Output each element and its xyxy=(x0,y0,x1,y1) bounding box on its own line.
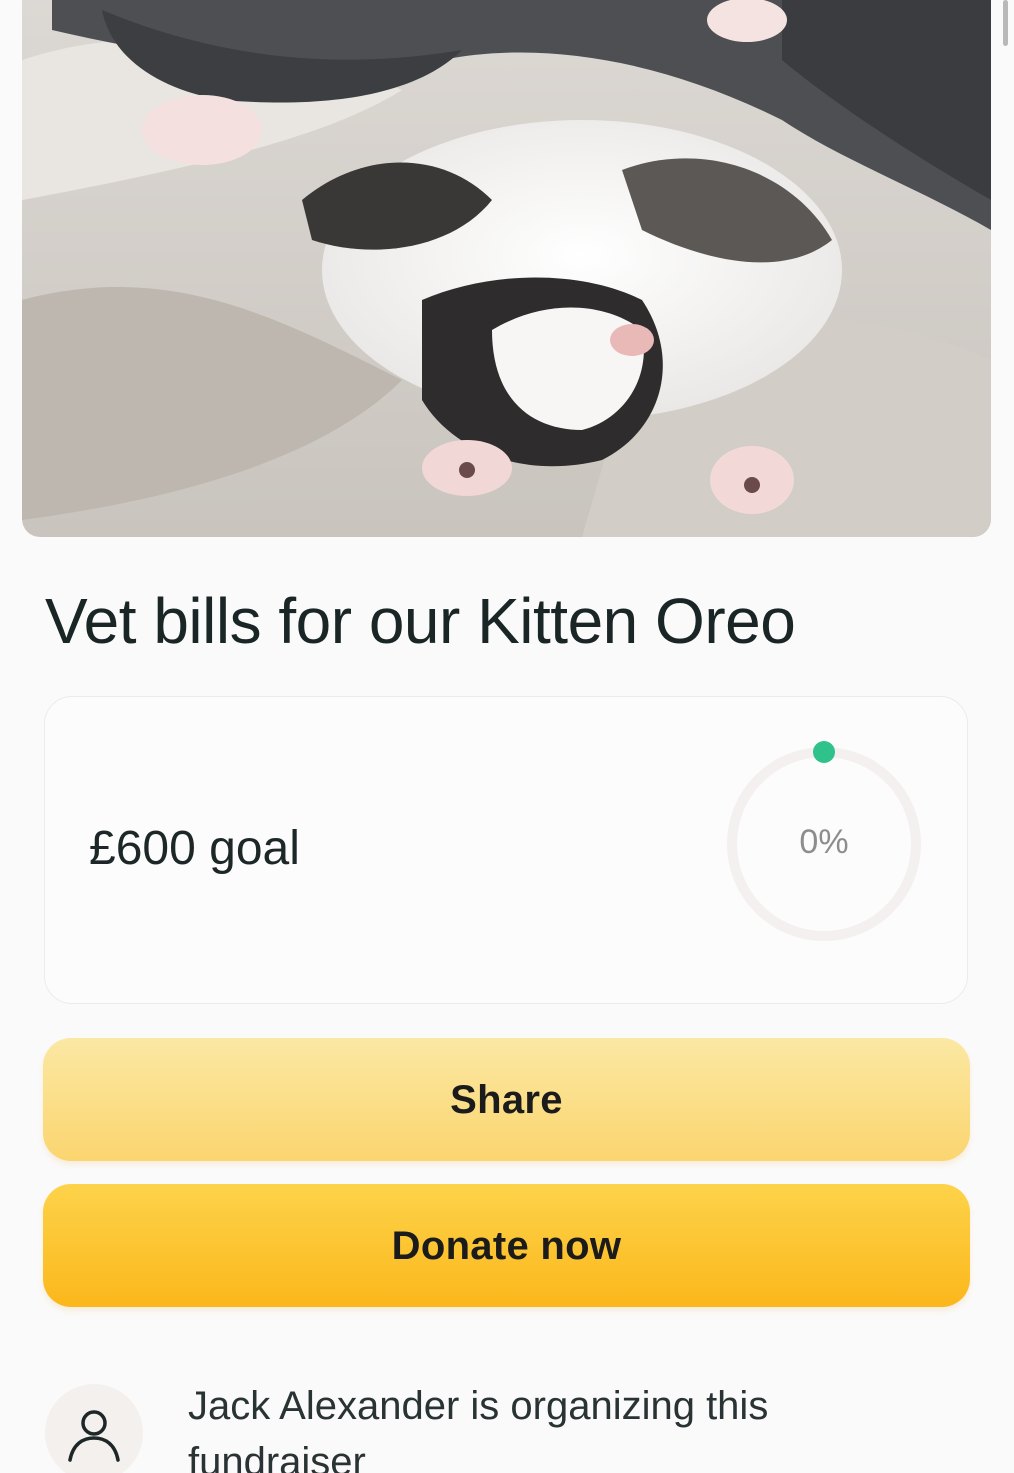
page-title: Vet bills for our Kitten Oreo xyxy=(45,585,796,657)
organizer-info: Jack Alexander is organizing this fundra… xyxy=(45,1378,965,1473)
goal-card: £600 goal 0% xyxy=(44,696,968,1004)
hero-image xyxy=(22,0,991,537)
user-icon xyxy=(68,1410,120,1462)
scrollbar[interactable] xyxy=(1003,0,1008,46)
progress-percent: 0% xyxy=(799,823,849,861)
organizer-text: Jack Alexander is organizing this fundra… xyxy=(188,1384,769,1473)
donate-now-button[interactable]: Donate now xyxy=(43,1184,970,1307)
goal-amount: £600 goal xyxy=(89,822,300,875)
kitten-photo xyxy=(22,0,991,537)
fundraiser-page: Vet bills for our Kitten Oreo £600 goal … xyxy=(0,0,1014,1473)
progress-ring: 0% xyxy=(721,741,927,947)
progress-indicator-dot xyxy=(813,741,835,763)
share-button[interactable]: Share xyxy=(43,1038,970,1161)
avatar xyxy=(45,1384,143,1473)
